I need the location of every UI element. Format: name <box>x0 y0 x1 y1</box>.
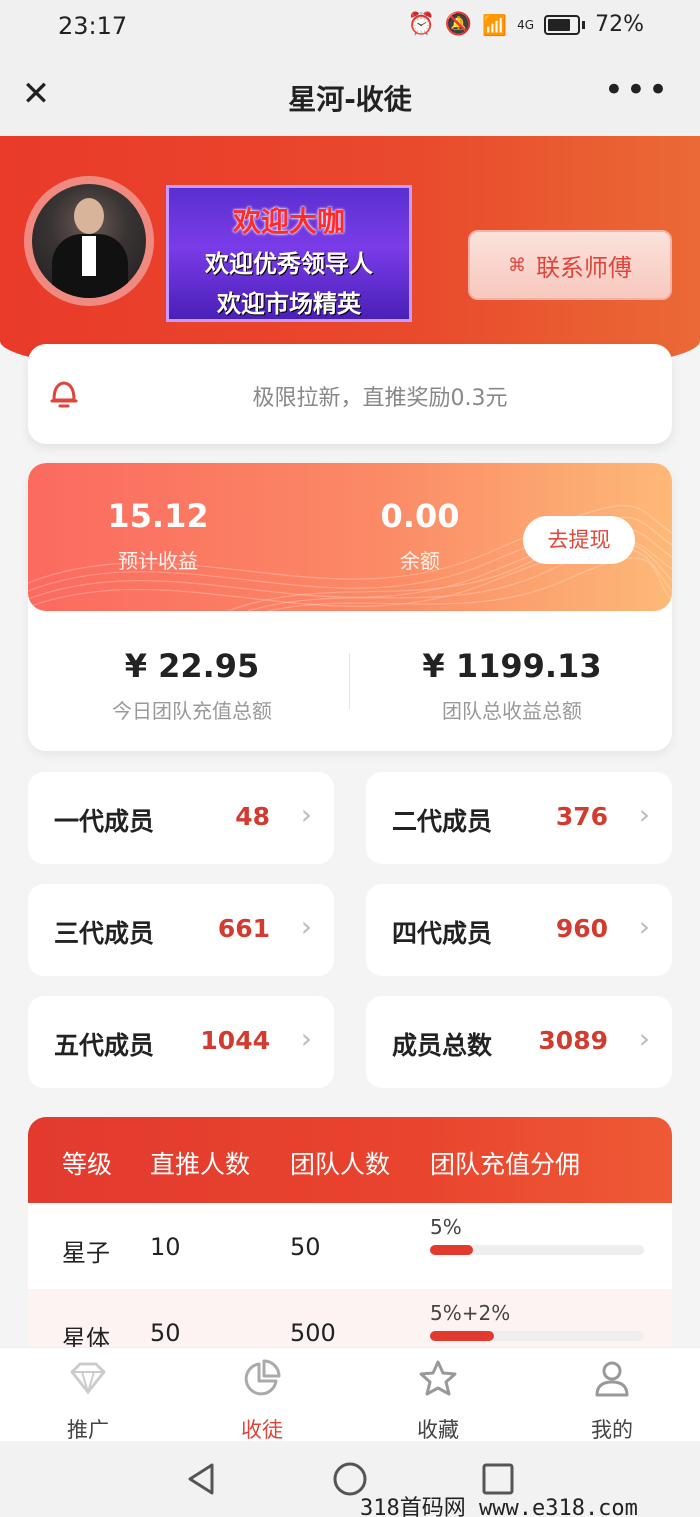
cell-team: 500 <box>290 1319 336 1347</box>
chevron-right-icon: › <box>300 1022 312 1055</box>
earnings-card: 15.12 预计收益 0.00 余额 去提现 ¥ 22.95 今日团队充值总额 … <box>28 463 672 751</box>
banner-line-3: 欢迎市场精英 <box>217 289 361 318</box>
member-count: 661 <box>217 914 270 943</box>
tab-label: 我的 <box>591 1418 633 1442</box>
chevron-right-icon: › <box>638 910 650 943</box>
member-label: 一代成员 <box>54 807 155 836</box>
diamond-icon <box>70 1362 106 1396</box>
cell-commission: 5% <box>430 1215 462 1239</box>
banner-line-2: 欢迎优秀领导人 <box>205 249 373 278</box>
banner-line-1: 欢迎大咖 <box>232 205 345 238</box>
battery-percent: 72% <box>595 12 644 37</box>
pie-chart-icon <box>244 1359 281 1396</box>
cell-direct: 50 <box>150 1319 181 1347</box>
avatar[interactable] <box>24 176 154 306</box>
contact-master-button[interactable]: ⌘ 联系师傅 <box>468 230 672 300</box>
tab-favorites[interactable]: 收藏 <box>378 1358 498 1444</box>
column-header: 等级 <box>62 1150 113 1179</box>
chevron-right-icon: › <box>638 1022 650 1055</box>
estimated-earnings-label: 预计收益 <box>118 549 198 573</box>
status-icons: ⏰ 🔕 📶 4G 72% <box>407 12 644 37</box>
estimated-earnings: 15.12 预计收益 <box>68 497 248 574</box>
tab-label: 收藏 <box>417 1418 459 1442</box>
team-total-value: ¥ 1199.13 <box>422 647 602 685</box>
earnings-summary: 15.12 预计收益 0.00 余额 去提现 <box>28 463 672 611</box>
page-title: 星河-收徒 <box>288 83 412 116</box>
team-total-label: 团队总收益总额 <box>442 699 582 723</box>
contact-master-label: 联系师傅 <box>536 253 632 282</box>
star-icon <box>419 1360 457 1396</box>
battery-icon <box>544 14 581 35</box>
battery-tip <box>582 20 586 29</box>
chevron-right-icon: › <box>300 798 312 831</box>
team-total-earnings: ¥ 1199.13 团队总收益总额 <box>362 647 662 724</box>
welcome-banner: 欢迎大咖 欢迎优秀领导人 欢迎市场精英 <box>166 185 412 322</box>
cell-direct: 10 <box>150 1233 181 1261</box>
today-recharge-label: 今日团队充值总额 <box>112 699 272 723</box>
status-time: 23:17 <box>58 12 128 40</box>
wifi-icon: 📶 <box>482 12 508 37</box>
mute-icon: 🔕 <box>444 12 473 37</box>
tab-recruit[interactable]: 收徒 <box>202 1358 322 1444</box>
level-table: 等级 直推人数 团队人数 团队充值分佣 星子 10 50 5% 星体 50 50… <box>28 1117 672 1352</box>
back-icon[interactable] <box>182 1459 222 1499</box>
tab-label: 推广 <box>67 1418 109 1442</box>
cell-team: 50 <box>290 1233 321 1261</box>
table-row: 星体 50 500 5%+2% <box>28 1289 672 1352</box>
member-label: 成员总数 <box>392 1031 493 1060</box>
member-label: 三代成员 <box>54 919 155 948</box>
notice-text: 极限拉新，直推奖励0.3元 <box>252 386 508 411</box>
member-count: 376 <box>555 802 608 831</box>
status-bar: 23:17 ⏰ 🔕 📶 4G 72% <box>0 0 700 56</box>
member-count: 48 <box>235 802 270 831</box>
today-recharge-value: ¥ 22.95 <box>124 647 260 685</box>
member-count: 1044 <box>200 1026 270 1055</box>
member-card-gen2[interactable]: 二代成员 376 › <box>366 772 672 864</box>
member-card-gen3[interactable]: 三代成员 661 › <box>28 884 334 976</box>
balance-label: 余额 <box>400 549 440 573</box>
bottom-tab-bar: 推广 收徒 收藏 我的 <box>0 1347 700 1444</box>
balance: 0.00 余额 <box>330 497 510 574</box>
column-header: 直推人数 <box>150 1150 251 1179</box>
nav-bar: ✕ 星河-收徒 ••• <box>0 56 700 136</box>
alarm-icon: ⏰ <box>407 12 435 37</box>
more-icon[interactable]: ••• <box>604 70 670 110</box>
withdraw-button[interactable]: 去提现 <box>523 516 635 564</box>
commission-progress-fill <box>430 1331 495 1341</box>
tab-mine[interactable]: 我的 <box>552 1358 672 1444</box>
estimated-earnings-value: 15.12 <box>107 497 209 535</box>
member-card-gen4[interactable]: 四代成员 960 › <box>366 884 672 976</box>
commission-progress-fill <box>430 1245 473 1255</box>
network-label: 4G <box>517 17 535 32</box>
column-header: 团队充值分佣 <box>430 1150 581 1179</box>
chevron-right-icon: › <box>638 798 650 831</box>
member-count: 960 <box>555 914 608 943</box>
member-count: 3089 <box>538 1026 608 1055</box>
member-label: 五代成员 <box>54 1031 155 1060</box>
commission-progress-bar <box>430 1245 644 1255</box>
tab-label: 收徒 <box>241 1418 283 1442</box>
member-label: 四代成员 <box>392 919 493 948</box>
cell-commission: 5%+2% <box>430 1301 511 1325</box>
divider <box>349 653 350 709</box>
column-header: 团队人数 <box>290 1150 391 1179</box>
table-row: 星子 10 50 5% <box>28 1203 672 1289</box>
balance-value: 0.00 <box>380 497 460 535</box>
member-card-total[interactable]: 成员总数 3089 › <box>366 996 672 1088</box>
member-card-gen5[interactable]: 五代成员 1044 › <box>28 996 334 1088</box>
user-icon <box>595 1361 629 1397</box>
link-icon: ⌘ <box>508 254 526 276</box>
member-label: 二代成员 <box>392 807 493 836</box>
avatar-photo <box>32 184 146 298</box>
cell-level: 星子 <box>62 1239 110 1267</box>
today-recharge-total: ¥ 22.95 今日团队充值总额 <box>42 647 342 724</box>
tab-promote[interactable]: 推广 <box>28 1358 148 1444</box>
notice-card[interactable]: 极限拉新，直推奖励0.3元 <box>28 344 672 444</box>
watermark: 318首码网 www.e318.com <box>360 1496 638 1517</box>
commission-progress-bar <box>430 1331 644 1341</box>
member-card-gen1[interactable]: 一代成员 48 › <box>28 772 334 864</box>
chevron-right-icon: › <box>300 910 312 943</box>
table-header: 等级 直推人数 团队人数 团队充值分佣 <box>28 1117 672 1203</box>
